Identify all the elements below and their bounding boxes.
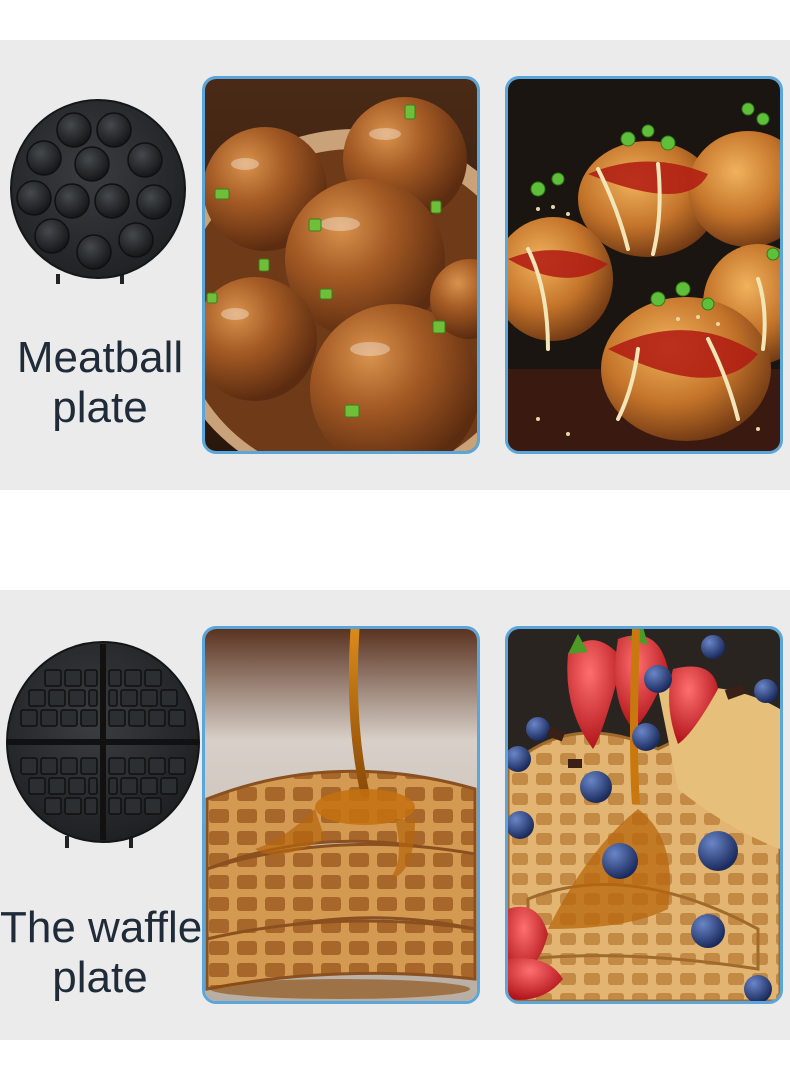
waffle-plate-title: The waffle plate [0,903,203,1003]
waffle-plate-icon [6,641,200,848]
syrup-waffles-photo [202,626,480,1004]
takoyaki-illustration [508,79,780,451]
title-line-2: plate [52,953,148,1002]
meatball-plate-icon [10,99,186,284]
berry-waffles-photo [505,626,783,1004]
meatballs-illustration [205,79,477,451]
meatball-plate-title: Meatball plate [0,333,200,433]
title-line-2: plate [52,383,148,432]
glazed-meatballs-photo [202,76,480,454]
title-line-1: The waffle [0,903,203,952]
title-line-1: Meatball [16,333,184,382]
takoyaki-photo [505,76,783,454]
berry-waffles-illustration [508,629,780,1001]
syrup-waffles-illustration [205,629,477,1001]
